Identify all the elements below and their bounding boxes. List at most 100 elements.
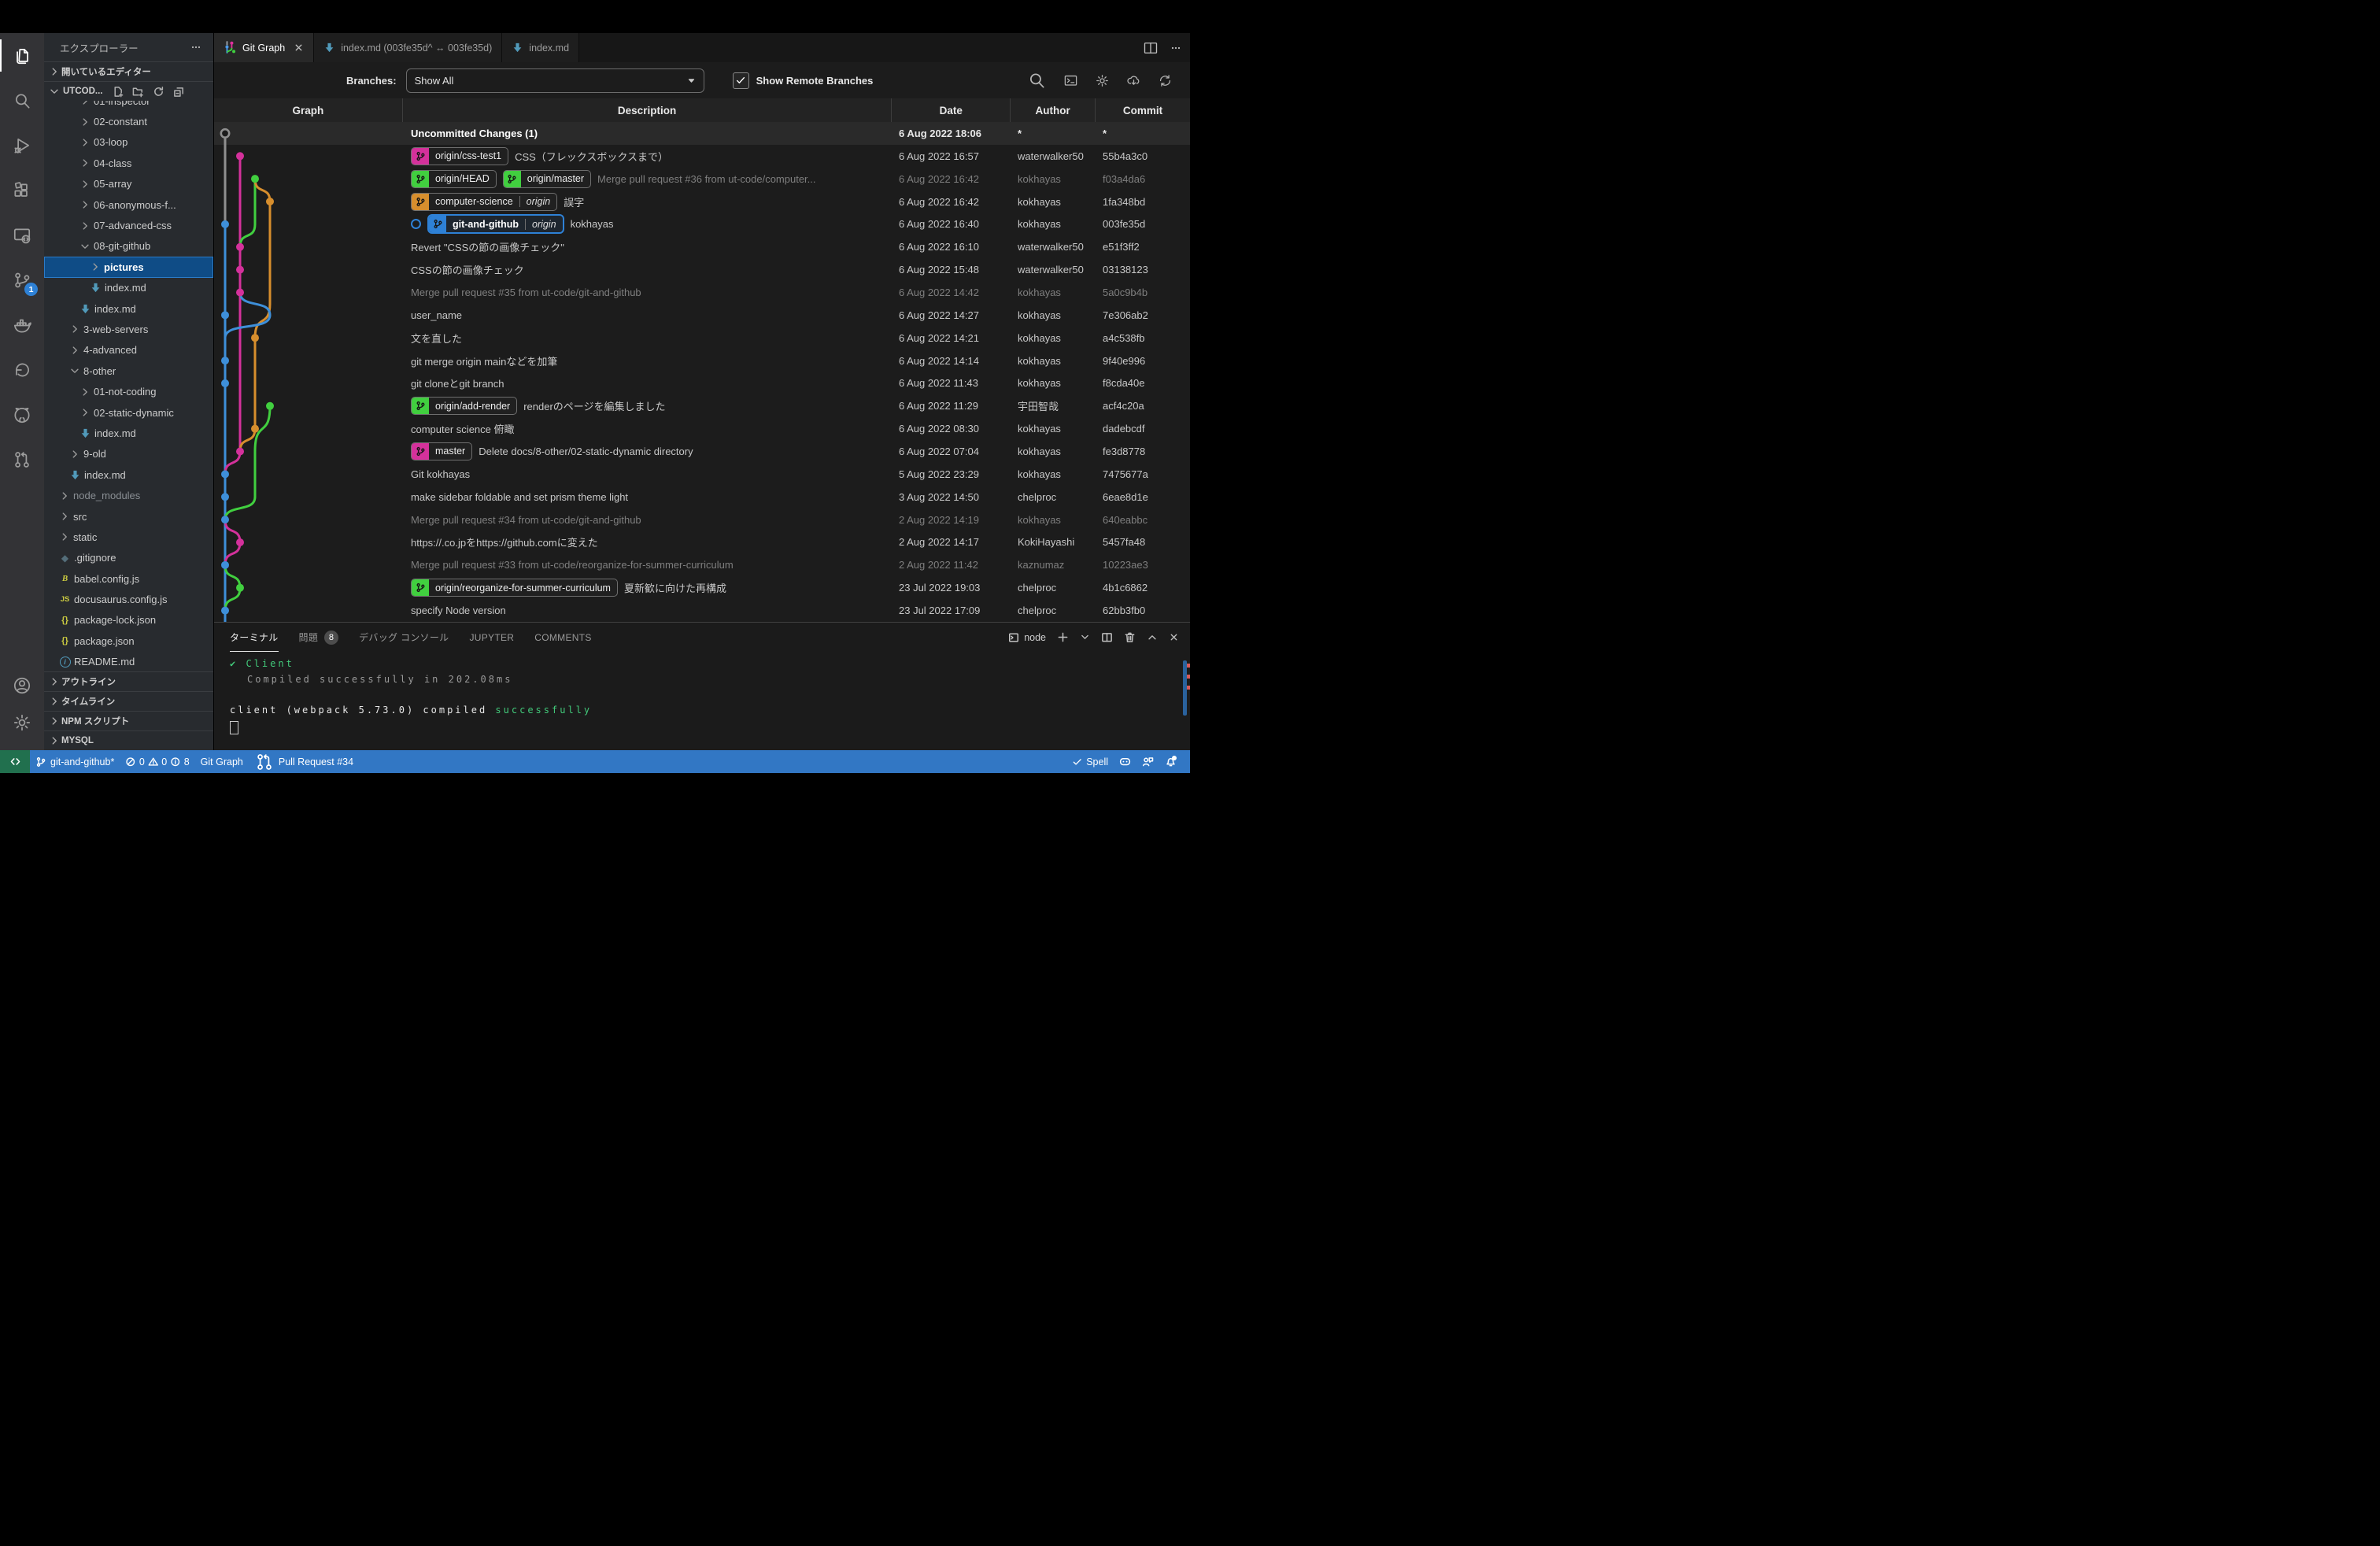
branch-badge[interactable]: origin/HEAD — [411, 170, 497, 188]
split-editor-icon[interactable] — [1143, 40, 1159, 56]
new-folder-icon[interactable] — [132, 86, 144, 98]
feedback-status[interactable] — [1136, 756, 1159, 767]
problems-status[interactable]: 008 — [120, 756, 194, 767]
tree-item-08-git-github[interactable]: 08-git-github — [44, 236, 213, 257]
tree-item-index.md[interactable]: index.md — [44, 298, 213, 319]
kill-terminal-icon[interactable] — [1124, 631, 1136, 643]
commit-row[interactable]: git cloneとgit branch6 Aug 2022 11:43kokh… — [214, 372, 1190, 394]
branch-status[interactable]: git-and-github* — [30, 756, 120, 767]
terminal-shell-selector[interactable]: node — [1008, 632, 1046, 643]
commit-row[interactable]: origin/reorganize-for-summer-curriculum夏… — [214, 576, 1190, 599]
fetch-from-remote-icon[interactable] — [1126, 70, 1141, 91]
sidebar-section-2[interactable]: NPM スクリプト — [44, 711, 213, 730]
branch-badge[interactable]: origin/css-test1 — [411, 147, 508, 165]
commit-row[interactable]: 文を直した6 Aug 2022 14:21kokhayasa4c538fb — [214, 327, 1190, 350]
commit-row[interactable]: user_name6 Aug 2022 14:27kokhayas7e306ab… — [214, 304, 1190, 327]
tree-item-index.md[interactable]: index.md — [44, 423, 213, 443]
commit-row[interactable]: Merge pull request #33 from ut-code/reor… — [214, 553, 1190, 576]
commit-row[interactable]: origin/HEADorigin/masterMerge pull reque… — [214, 168, 1190, 190]
tree-item-nodemodules[interactable]: node_modules — [44, 485, 213, 505]
activity-docker[interactable] — [0, 302, 44, 347]
branch-badge[interactable]: origin/reorganize-for-summer-curriculum — [411, 579, 618, 597]
copilot-status[interactable] — [1114, 756, 1136, 767]
editor-more-actions-icon[interactable] — [1170, 42, 1182, 54]
commit-row[interactable]: https://.co.jpをhttps://github.comに変えた2 A… — [214, 531, 1190, 553]
show-remote-branches-checkbox[interactable] — [733, 72, 749, 89]
split-terminal-icon[interactable] — [1101, 631, 1113, 643]
column-header-commit[interactable]: Commit — [1096, 98, 1190, 122]
activity-explorer[interactable] — [0, 33, 44, 78]
tree-item-06-anonymous-f...[interactable]: 06-anonymous-f... — [44, 194, 213, 215]
tree-item-9-old[interactable]: 9-old — [44, 444, 213, 464]
open-terminal-icon[interactable] — [1063, 70, 1078, 91]
branch-badge[interactable]: computer-scienceorigin — [411, 193, 557, 211]
commit-row[interactable]: Git kokhayas5 Aug 2022 23:29kokhayas7475… — [214, 463, 1190, 486]
activity-remote-explorer[interactable] — [0, 213, 44, 257]
notifications-bell[interactable] — [1159, 756, 1182, 767]
activity-github[interactable] — [0, 392, 44, 437]
column-header-description[interactable]: Description — [403, 98, 893, 122]
tree-item-8-other[interactable]: 8-other — [44, 361, 213, 381]
commit-row[interactable]: make sidebar foldable and set prism them… — [214, 486, 1190, 509]
collapse-folders-icon[interactable] — [173, 86, 185, 98]
maximize-panel-icon[interactable] — [1147, 632, 1158, 643]
tree-item-3-web-servers[interactable]: 3-web-servers — [44, 319, 213, 339]
tree-item-README.md[interactable]: iREADME.md — [44, 652, 213, 671]
tree-item-src[interactable]: src — [44, 506, 213, 527]
branches-dropdown[interactable]: Show All — [406, 68, 704, 93]
tree-item-pictures[interactable]: pictures — [44, 257, 213, 277]
tree-item-index.md[interactable]: index.md — [44, 278, 213, 298]
sidebar-section-0[interactable]: アウトライン — [44, 672, 213, 691]
commit-row[interactable]: git-and-githuboriginkokhayas6 Aug 2022 1… — [214, 213, 1190, 235]
tree-item-4-advanced[interactable]: 4-advanced — [44, 340, 213, 361]
sidebar-section-1[interactable]: タイムライン — [44, 691, 213, 711]
commit-row[interactable]: CSSの節の画像チェック6 Aug 2022 15:48waterwalker5… — [214, 258, 1190, 281]
refresh-explorer-icon[interactable] — [153, 86, 164, 98]
tree-item-package-lock.json[interactable]: {}package-lock.json — [44, 610, 213, 631]
tree-item-.gitignore[interactable]: ◆.gitignore — [44, 548, 213, 568]
branch-badge[interactable]: master — [411, 442, 472, 460]
sidebar-section-3[interactable]: MYSQL — [44, 730, 213, 750]
tree-item-01-inspector[interactable]: 01-inspector — [44, 101, 213, 111]
spell-status[interactable]: Spell — [1066, 756, 1114, 767]
more-actions-icon[interactable] — [190, 41, 202, 54]
panel-tab-2[interactable]: デバッグ コンソール — [359, 623, 449, 652]
column-header-date[interactable]: Date — [892, 98, 1011, 122]
terminal-output[interactable]: ✔ ClientCompiled successfully in 202.08m… — [214, 652, 1190, 735]
activity-pull-requests[interactable] — [0, 437, 44, 482]
commit-row[interactable]: Revert "CSSの節の画像チェック"6 Aug 2022 16:10wat… — [214, 235, 1190, 258]
column-header-author[interactable]: Author — [1011, 98, 1096, 122]
activity-history[interactable] — [0, 347, 44, 392]
activity-search[interactable] — [0, 78, 44, 123]
tree-item-01-not-coding[interactable]: 01-not-coding — [44, 381, 213, 401]
tree-item-static[interactable]: static — [44, 527, 213, 547]
tree-item-07-advanced-css[interactable]: 07-advanced-css — [44, 215, 213, 235]
settings-icon[interactable] — [1095, 70, 1110, 91]
pull-request-status[interactable]: Pull Request #34 — [249, 752, 359, 772]
commit-row[interactable]: Uncommitted Changes (1)6 Aug 2022 18:06*… — [214, 122, 1190, 145]
search-commits-icon[interactable] — [1026, 70, 1047, 91]
terminal-dropdown-icon[interactable] — [1080, 632, 1090, 642]
commit-row[interactable]: masterDelete docs/8-other/02-static-dyna… — [214, 440, 1190, 463]
tree-item-docusaurus.config.js[interactable]: JSdocusaurus.config.js — [44, 589, 213, 609]
open-editors-section[interactable]: 開いているエディター — [44, 61, 213, 81]
branch-badge[interactable]: origin/master — [503, 170, 591, 188]
panel-tab-0[interactable]: ターミナル — [230, 623, 279, 652]
commit-row[interactable]: computer science 俯瞰6 Aug 2022 08:30kokha… — [214, 417, 1190, 440]
remote-indicator[interactable] — [0, 750, 30, 773]
commit-row[interactable]: computer-scienceorigin誤字6 Aug 2022 16:42… — [214, 190, 1190, 213]
close-tab-icon[interactable] — [294, 43, 304, 53]
activity-settings[interactable] — [0, 704, 44, 741]
tab-index-md-2[interactable]: index.md — [502, 33, 579, 62]
git-graph-status[interactable]: Git Graph — [195, 756, 249, 767]
activity-accounts[interactable] — [0, 667, 44, 704]
panel-tab-4[interactable]: COMMENTS — [534, 623, 591, 652]
panel-tab-3[interactable]: JUPYTER — [469, 623, 514, 652]
commit-row[interactable]: git merge origin mainなどを加筆6 Aug 2022 14:… — [214, 350, 1190, 372]
tree-item-02-constant[interactable]: 02-constant — [44, 111, 213, 131]
new-terminal-icon[interactable] — [1057, 631, 1069, 643]
tree-item-05-array[interactable]: 05-array — [44, 174, 213, 194]
tree-item-04-class[interactable]: 04-class — [44, 153, 213, 173]
tree-item-babel.config.js[interactable]: Bbabel.config.js — [44, 568, 213, 589]
commit-row[interactable]: specify Node version23 Jul 2022 17:09che… — [214, 599, 1190, 622]
